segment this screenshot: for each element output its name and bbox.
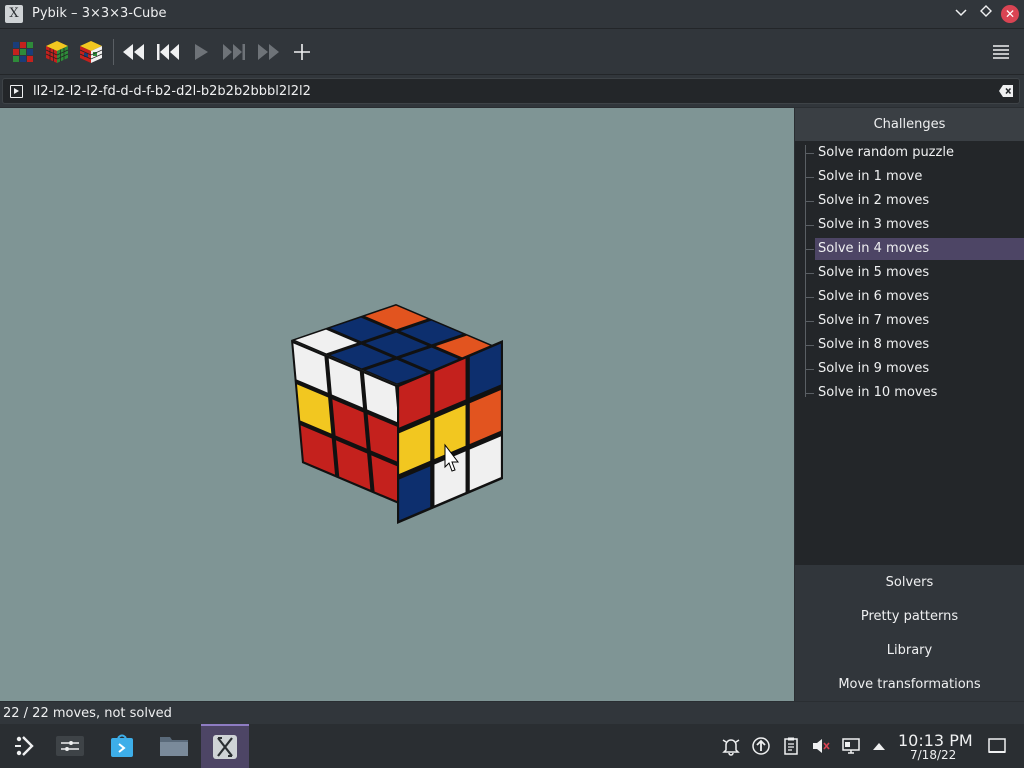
rubiks-cube[interactable] <box>0 108 794 701</box>
challenge-item[interactable]: Solve in 9 moves <box>805 358 1024 380</box>
network-icon[interactable] <box>841 736 861 756</box>
pretty-patterns-section[interactable]: Pretty patterns <box>795 600 1024 633</box>
notifications-icon[interactable] <box>721 736 741 756</box>
discover-store-icon[interactable] <box>98 724 146 768</box>
clear-text-icon[interactable] <box>998 84 1014 98</box>
challenge-item[interactable]: Solve in 1 move <box>805 166 1024 188</box>
file-manager-icon[interactable] <box>150 724 198 768</box>
clock-date[interactable]: 7/18/22 <box>910 748 956 762</box>
solvers-section[interactable]: Solvers <box>795 566 1024 599</box>
library-section[interactable]: Library <box>795 634 1024 667</box>
new-solved-cube-icon[interactable] <box>44 39 70 65</box>
toolbar <box>0 29 1024 75</box>
challenges-list: Solve random puzzle Solve in 1 move Solv… <box>795 141 1024 565</box>
challenge-item[interactable]: Solve in 5 moves <box>805 262 1024 284</box>
previous-icon[interactable] <box>155 39 181 65</box>
challenge-item[interactable]: Solve in 10 moves <box>805 382 1024 404</box>
challenge-item[interactable]: Solve in 6 moves <box>805 286 1024 308</box>
challenge-item[interactable]: Solve in 3 moves <box>805 214 1024 236</box>
add-mark-icon[interactable] <box>289 39 315 65</box>
tree-line <box>805 145 806 397</box>
rewind-icon[interactable] <box>121 39 147 65</box>
status-bar: 22 / 22 moves, not solved <box>0 702 1024 724</box>
cube-viewport[interactable] <box>0 108 794 701</box>
challenges-header[interactable]: Challenges <box>795 108 1024 141</box>
play-icon[interactable] <box>188 39 214 65</box>
minimize-chevron-icon[interactable] <box>952 5 970 23</box>
move-sequence-input[interactable]: ll2-l2-l2-l2-fd-d-d-f-b2-d2l-b2b2b2bbbl2… <box>2 78 1020 104</box>
hamburger-menu-icon[interactable] <box>988 39 1014 65</box>
challenge-item[interactable]: Solve in 2 moves <box>805 190 1024 212</box>
challenge-item-selected[interactable]: Solve in 4 moves <box>805 238 1024 260</box>
challenge-item[interactable]: Solve random puzzle <box>805 142 1024 164</box>
app-icon: X <box>5 5 23 23</box>
volume-muted-icon[interactable] <box>811 736 831 756</box>
taskbar <box>0 724 1024 768</box>
move-sequence-text[interactable]: ll2-l2-l2-l2-fd-d-d-f-b2-d2l-b2b2b2bbbl2… <box>33 84 311 99</box>
title-bar: X Pybik – 3×3×3-Cube ✕ <box>0 0 1024 29</box>
clipboard-icon[interactable] <box>781 736 801 756</box>
application-launcher-icon[interactable] <box>0 724 48 768</box>
window-title: Pybik – 3×3×3-Cube <box>32 6 167 21</box>
pybik-app-icon[interactable] <box>201 724 249 768</box>
forward-icon[interactable] <box>255 39 281 65</box>
edit-cube-icon[interactable] <box>78 39 104 65</box>
challenge-item[interactable]: Solve in 8 moves <box>805 334 1024 356</box>
play-sequence-icon[interactable] <box>10 85 23 98</box>
maximize-diamond-icon[interactable] <box>977 5 995 23</box>
toolbar-separator <box>113 39 114 65</box>
show-hidden-icon[interactable] <box>869 736 889 756</box>
sidebar: Challenges Solve random puzzle Solve in … <box>795 108 1024 701</box>
new-random-cube-icon[interactable] <box>10 39 36 65</box>
show-desktop-icon[interactable] <box>987 736 1007 756</box>
close-icon[interactable]: ✕ <box>1001 5 1019 23</box>
status-text: 22 / 22 moves, not solved <box>3 706 172 721</box>
updates-icon[interactable] <box>751 736 771 756</box>
challenge-item[interactable]: Solve in 7 moves <box>805 310 1024 332</box>
move-transformations-section[interactable]: Move transformations <box>795 668 1024 701</box>
system-settings-icon[interactable] <box>46 724 94 768</box>
move-bar: ll2-l2-l2-l2-fd-d-d-f-b2-d2l-b2b2b2bbbl2… <box>0 75 1024 107</box>
next-icon[interactable] <box>221 39 247 65</box>
